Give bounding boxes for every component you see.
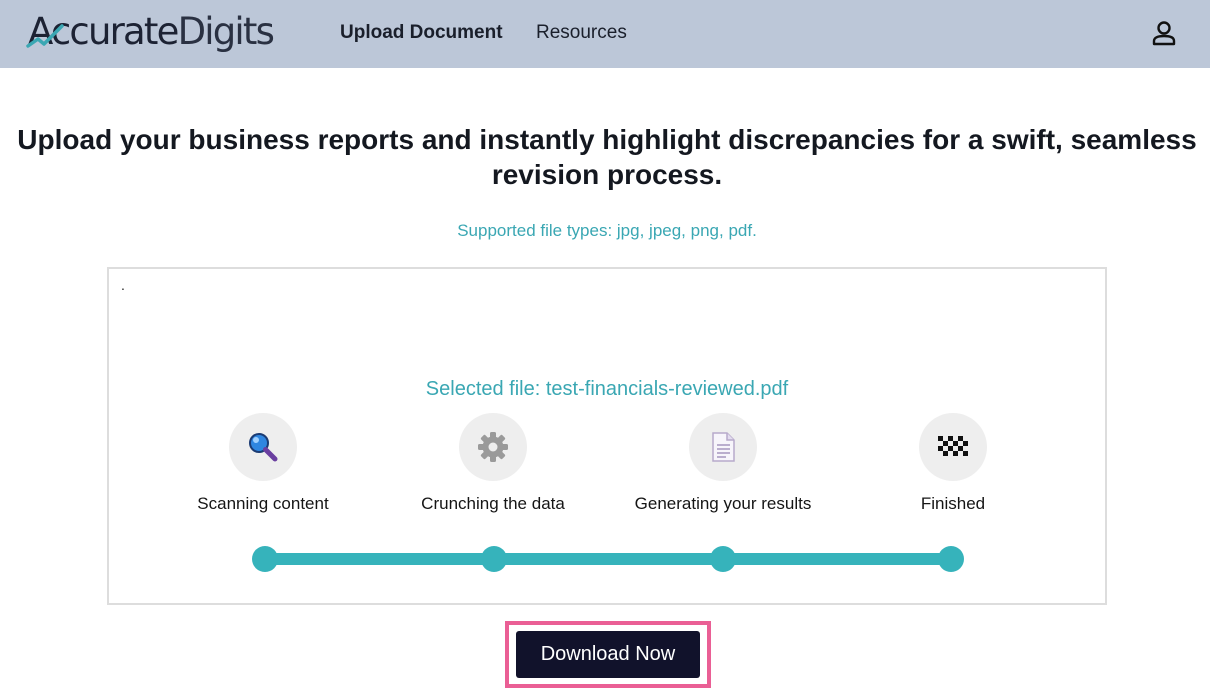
document-icon: [712, 432, 735, 462]
step-icon-circle: [689, 413, 757, 481]
magnifier-icon: [249, 433, 278, 462]
checkered-flag-icon: [938, 436, 968, 456]
progress-bar-fill: [265, 553, 951, 565]
step-icon-circle: [459, 413, 527, 481]
step-scanning: Scanning content: [163, 413, 363, 514]
step-generating: Generating your results: [623, 413, 823, 514]
nav-upload-document[interactable]: Upload Document: [340, 20, 503, 46]
logo-check-icon: [26, 24, 64, 48]
step-finished: Finished: [853, 413, 1053, 514]
step-label: Finished: [920, 494, 986, 513]
brand-logo[interactable]: AccurateDigits: [26, 8, 316, 56]
step-icon-circle: [229, 413, 297, 481]
panel-marker: .: [121, 277, 125, 293]
top-navbar: AccurateDigits Upload Document Resources: [0, 0, 1210, 68]
selected-file-label: Selected file: test-financials-reviewed.…: [425, 378, 789, 400]
download-now-button[interactable]: Download Now: [516, 631, 700, 678]
step-label: Scanning content: [197, 494, 329, 513]
nav-resources[interactable]: Resources: [536, 20, 627, 46]
supported-file-types: Supported file types: jpg, jpeg, png, pd…: [457, 221, 757, 240]
progress-step-knob: [252, 546, 278, 572]
upload-progress-panel: . Selected file: test-financials-reviewe…: [107, 267, 1107, 605]
progress-step-knob: [710, 546, 736, 572]
brand-name-part2: Digits: [177, 10, 275, 53]
step-label: Generating your results: [634, 494, 812, 513]
progress-step-knob: [938, 546, 964, 572]
progress-step-knob: [481, 546, 507, 572]
step-icon-circle: [919, 413, 987, 481]
gear-icon: [478, 432, 508, 462]
progress-track: [109, 539, 1105, 579]
step-crunching: Crunching the data: [393, 413, 593, 514]
page-headline: Upload your business reports and instant…: [17, 124, 1197, 190]
download-button-highlight: Download Now: [505, 621, 711, 688]
user-icon[interactable]: [1150, 19, 1178, 47]
step-label: Crunching the data: [421, 494, 565, 513]
